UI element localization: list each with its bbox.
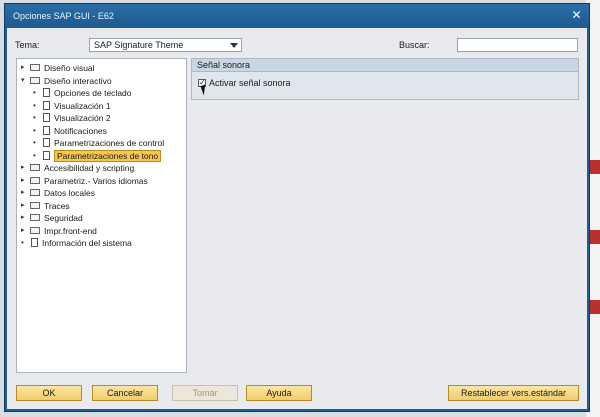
- tree-item-label: Parametrizaciones de tono: [54, 149, 162, 162]
- background-window-mark: [590, 230, 600, 244]
- mouse-cursor-icon: [200, 84, 209, 96]
- tree-bullet-icon: •: [33, 125, 36, 135]
- tree-item-label: Traces: [44, 200, 70, 211]
- tree-item[interactable]: • Visualización 2: [33, 112, 111, 124]
- tree-item-label: Parametrizaciones de control: [54, 138, 165, 148]
- background-window-mark: [590, 160, 600, 174]
- document-icon: [43, 150, 50, 160]
- tree-item[interactable]: • Parametrizaciones de control: [33, 137, 164, 149]
- tree-item[interactable]: ▸ Datos locales: [21, 187, 95, 199]
- document-icon: [43, 88, 50, 98]
- group-title: Señal sonora: [192, 59, 578, 72]
- tree-bullet-icon: •: [33, 113, 36, 122]
- folder-icon: [30, 64, 40, 72]
- folder-icon: [30, 214, 40, 222]
- expand-closed-icon[interactable]: ▸: [21, 212, 29, 224]
- tree-item[interactable]: • Información del sistema: [21, 237, 132, 249]
- expand-closed-icon[interactable]: ▸: [21, 162, 29, 174]
- chevron-down-icon: [230, 43, 238, 48]
- folder-icon: [30, 189, 40, 197]
- document-icon: [43, 138, 50, 148]
- activate-sound-label[interactable]: Activar señal sonora: [209, 78, 291, 88]
- tree-item-label: Datos locales: [44, 188, 96, 198]
- dialog-client-area: Tema: SAP Signature Theme Buscar: ▸ Diseñ…: [7, 28, 587, 409]
- document-icon: [43, 125, 50, 135]
- tree-item-label: Accesibilidad y scripting: [44, 163, 135, 173]
- tree-item-label: Impr.front-end: [44, 225, 97, 236]
- document-icon: [43, 100, 50, 110]
- tree-item-label: Notificaciones: [54, 125, 107, 136]
- folder-icon: [30, 226, 40, 234]
- tree-item[interactable]: ▸ Accesibilidad y scripting: [21, 162, 134, 174]
- expand-closed-icon[interactable]: ▸: [21, 200, 29, 212]
- tree-item-label: Información del sistema: [42, 238, 132, 248]
- search-label: Buscar:: [399, 40, 430, 50]
- tree-item-label: Diseño interactivo: [44, 75, 112, 86]
- document-icon: [31, 238, 38, 248]
- tree-item-label: Diseño visual: [44, 63, 95, 73]
- options-dialog: Opciones SAP GUI - E62 ✕ Tema: SAP Signa…: [4, 3, 590, 412]
- expand-open-icon[interactable]: ▾: [21, 75, 29, 87]
- expand-closed-icon[interactable]: ▸: [21, 62, 29, 74]
- background-window-mark: [590, 300, 600, 314]
- tree-item-label: Seguridad: [44, 213, 83, 223]
- tree-item[interactable]: ▸ Impr.front-end: [21, 225, 97, 237]
- tree-bullet-icon: •: [33, 138, 36, 147]
- folder-icon: [30, 176, 40, 184]
- cancel-button[interactable]: Cancelar: [92, 385, 158, 401]
- tree-bullet-icon: •: [21, 238, 24, 247]
- folder-icon: [30, 201, 40, 209]
- tree-item-label: Opciones de teclado: [54, 88, 132, 98]
- theme-label: Tema:: [15, 40, 40, 50]
- theme-dropdown[interactable]: SAP Signature Theme: [89, 38, 242, 52]
- tree-bullet-icon: •: [33, 88, 36, 97]
- expand-closed-icon[interactable]: ▸: [21, 175, 29, 187]
- tree-item[interactable]: ▾ Diseño interactivo: [21, 75, 112, 87]
- tree-item[interactable]: ▸ Parametriz.- Varios idiomas: [21, 175, 148, 187]
- reset-default-button[interactable]: Restablecer vers.estándar: [448, 385, 579, 401]
- tree-item-label: Visualización 1: [54, 100, 111, 111]
- search-input[interactable]: [457, 38, 578, 52]
- tree-bullet-icon: •: [33, 100, 36, 110]
- document-icon: [43, 113, 50, 123]
- close-icon[interactable]: ✕: [570, 9, 583, 22]
- theme-dropdown-value: SAP Signature Theme: [94, 40, 184, 50]
- tree-item[interactable]: • Notificaciones: [33, 125, 107, 137]
- expand-closed-icon[interactable]: ▸: [21, 187, 29, 199]
- window-title: Opciones SAP GUI - E62: [13, 11, 114, 21]
- title-bar[interactable]: Opciones SAP GUI - E62 ✕: [5, 4, 589, 28]
- expand-closed-icon[interactable]: ▸: [21, 225, 29, 237]
- folder-icon: [30, 164, 40, 172]
- ok-button[interactable]: OK: [16, 385, 82, 401]
- tree-bullet-icon: •: [33, 150, 36, 160]
- tree-item[interactable]: ▸ Seguridad: [21, 212, 83, 224]
- tree-item[interactable]: ▸ Diseño visual: [21, 62, 95, 74]
- sound-signal-group: Señal sonora ✓ Activar señal sonora: [191, 58, 579, 100]
- tree-item-label: Visualización 2: [54, 113, 111, 123]
- options-tree[interactable]: ▸ Diseño visual ▾ Diseño interactivo • Opcion…: [16, 58, 187, 373]
- tree-item[interactable]: • Parametrizaciones de tono: [33, 149, 162, 162]
- tree-item[interactable]: ▸ Traces: [21, 200, 70, 212]
- tree-item[interactable]: • Opciones de teclado: [33, 87, 132, 99]
- apply-button[interactable]: Tomar: [172, 385, 238, 401]
- help-button[interactable]: Ayuda: [246, 385, 312, 401]
- tree-item-label: Parametriz.- Varios idiomas: [44, 175, 148, 186]
- folder-open-icon: [30, 76, 40, 84]
- tree-item[interactable]: • Visualización 1: [33, 100, 111, 112]
